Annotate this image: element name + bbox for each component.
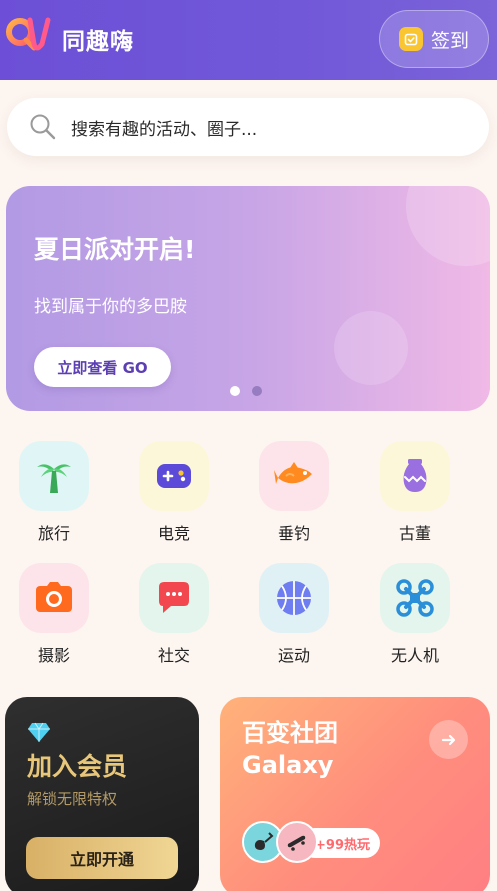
qu-logo-icon[interactable] — [4, 12, 52, 60]
category-label: 运动 — [277, 646, 310, 665]
category-label: 无人机 — [390, 646, 439, 665]
category-photography[interactable]: 摄影 — [6, 563, 102, 673]
category-label: 电竞 — [157, 524, 190, 543]
skateboard-icon — [276, 821, 318, 863]
vip-activate-button[interactable]: 立即开通 — [26, 837, 178, 879]
gamepad-icon — [157, 464, 191, 488]
checkin-button[interactable]: 签到 — [379, 10, 489, 68]
drone-icon — [396, 579, 434, 617]
category-label: 垂钓 — [277, 524, 310, 543]
basketball-icon — [277, 581, 311, 615]
banner-subtitle: 找到属于你的多巴胺 — [34, 297, 187, 317]
galaxy-title-line2: Galaxy — [242, 751, 334, 779]
banner-cta-button[interactable]: 立即查看 GO — [34, 347, 171, 387]
category-label: 社交 — [157, 646, 190, 665]
category-drone[interactable]: 无人机 — [367, 563, 463, 673]
category-tile — [259, 441, 329, 511]
carousel-dot[interactable] — [252, 386, 262, 396]
vase-icon — [403, 459, 427, 492]
search-icon — [30, 114, 56, 140]
banner-decoration — [334, 311, 408, 385]
category-label: 摄影 — [37, 646, 70, 665]
category-fishing[interactable]: 垂钓 — [246, 441, 342, 551]
search-input[interactable]: 搜索有趣的活动、圈子... — [7, 98, 489, 156]
carousel-indicator — [230, 386, 262, 396]
palm-tree-icon — [37, 464, 71, 493]
galaxy-title: 百变社团 Galaxy — [242, 717, 338, 781]
banner-decoration — [406, 186, 490, 266]
galaxy-title-line1: 百变社团 — [242, 719, 338, 747]
diamond-icon — [28, 722, 50, 742]
category-travel[interactable]: 旅行 — [6, 441, 102, 551]
app-header: 同趣嗨 签到 — [0, 0, 497, 80]
category-tile — [380, 563, 450, 633]
category-label: 古董 — [398, 524, 431, 543]
carousel-dot-active[interactable] — [230, 386, 240, 396]
chat-bubble-icon — [159, 582, 189, 613]
category-social[interactable]: 社交 — [126, 563, 222, 673]
calendar-check-icon — [398, 27, 423, 51]
vip-card[interactable]: 加入会员 解锁无限特权 立即开通 — [5, 697, 199, 891]
category-esports[interactable]: 电竞 — [126, 441, 222, 551]
camera-icon — [36, 582, 72, 612]
arrow-right-icon[interactable] — [429, 720, 468, 759]
promo-banner[interactable]: 夏日派对开启! 找到属于你的多巴胺 立即查看 GO — [6, 186, 490, 411]
fish-icon — [274, 462, 312, 484]
banner-title: 夏日派对开启! — [34, 235, 196, 264]
category-tile — [19, 441, 89, 511]
category-tile — [19, 563, 89, 633]
vip-subtitle: 解锁无限特权 — [27, 790, 118, 808]
category-tile — [259, 563, 329, 633]
category-antiques[interactable]: 古董 — [367, 441, 463, 551]
category-label: 旅行 — [37, 524, 70, 543]
category-tile — [139, 563, 209, 633]
category-sports[interactable]: 运动 — [246, 563, 342, 673]
vip-title: 加入会员 — [27, 752, 128, 781]
galaxy-card[interactable]: 百变社团 Galaxy +99热玩 — [220, 697, 490, 891]
category-tile — [380, 441, 450, 511]
category-tile — [139, 441, 209, 511]
app-title: 同趣嗨 — [62, 29, 134, 55]
checkin-label: 签到 — [430, 29, 469, 52]
search-placeholder: 搜索有趣的活动、圈子... — [71, 119, 258, 140]
